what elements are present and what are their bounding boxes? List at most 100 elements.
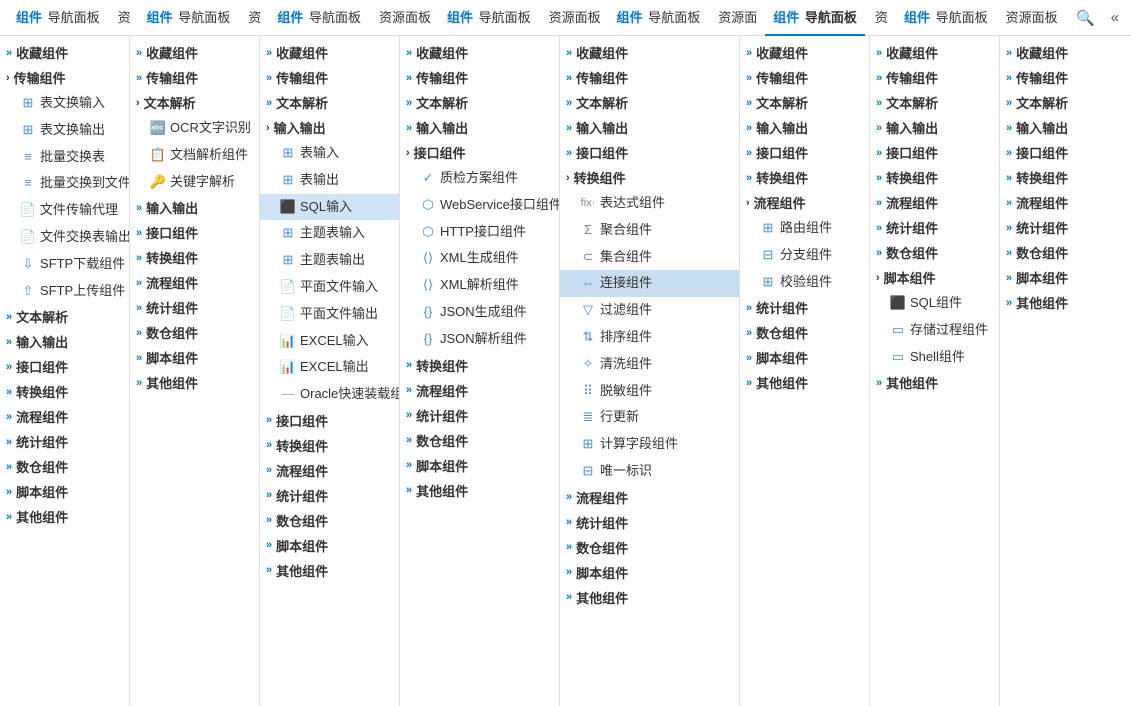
item-sql-in[interactable]: ⬛ SQL输入 xyxy=(260,194,399,221)
section-text-1[interactable]: » 文本解析 xyxy=(0,304,129,329)
section-flow-2[interactable]: » 流程组件 xyxy=(130,270,259,295)
section-other-7[interactable]: » 其他组件 xyxy=(870,370,999,395)
nav-tab-11[interactable]: 组件 导航面板 xyxy=(765,0,865,36)
section-text-2[interactable]: › 文本解析 xyxy=(130,90,259,115)
nav-tab-6[interactable]: 资源面板 xyxy=(369,0,439,36)
item-file-out[interactable]: 📄 文件交换表输出 xyxy=(0,224,129,251)
item-oracle-load[interactable]: — Oracle快速装载组件 xyxy=(260,381,399,408)
section-transform-7[interactable]: » 转换组件 xyxy=(870,165,999,190)
section-dw-7[interactable]: » 数仓组件 xyxy=(870,240,999,265)
item-clean[interactable]: ✧ 清洗组件 xyxy=(560,351,739,378)
section-flow-4[interactable]: » 流程组件 xyxy=(400,378,559,403)
item-branch[interactable]: ⊟ 分支组件 xyxy=(740,242,869,269)
item-unique-id[interactable]: ⊟ 唯一标识 xyxy=(560,458,739,485)
item-xml-gen[interactable]: ⟨⟩ XML生成组件 xyxy=(400,245,559,272)
section-dw-6[interactable]: » 数仓组件 xyxy=(740,320,869,345)
item-row-update[interactable]: ≣ 行更新 xyxy=(560,404,739,431)
section-transform-2[interactable]: » 转换组件 xyxy=(130,245,259,270)
section-stat-7[interactable]: » 统计组件 xyxy=(870,215,999,240)
section-io-7[interactable]: » 输入输出 xyxy=(870,115,999,140)
item-sftp-down[interactable]: ⇩ SFTP下载组件 xyxy=(0,251,129,278)
section-api-6[interactable]: » 接口组件 xyxy=(740,140,869,165)
item-sort[interactable]: ⇅ 排序组件 xyxy=(560,324,739,351)
section-favorites-2[interactable]: » 收藏组件 xyxy=(130,40,259,65)
section-stat-8[interactable]: » 统计组件 xyxy=(1000,215,1131,240)
nav-tab-8[interactable]: 资源面板 xyxy=(539,0,609,36)
nav-tab-13[interactable]: 组件 导航面板 xyxy=(896,0,996,36)
section-flow-1[interactable]: » 流程组件 xyxy=(0,404,129,429)
item-tbl-out[interactable]: ⊞ 表输出 xyxy=(260,167,399,194)
section-other-8[interactable]: » 其他组件 xyxy=(1000,290,1131,315)
section-stat-2[interactable]: » 统计组件 xyxy=(130,295,259,320)
item-calc-field[interactable]: ⊞ 计算字段组件 xyxy=(560,431,739,458)
section-text-6[interactable]: » 文本解析 xyxy=(740,90,869,115)
section-script-4[interactable]: » 脚本组件 xyxy=(400,453,559,478)
section-flow-8[interactable]: » 流程组件 xyxy=(1000,190,1131,215)
collapse-icon[interactable]: « xyxy=(1107,7,1123,28)
item-batch-file[interactable]: ≡ 批量交换到文件 xyxy=(0,170,129,197)
section-dw-3[interactable]: » 数仓组件 xyxy=(260,508,399,533)
section-text-8[interactable]: » 文本解析 xyxy=(1000,90,1131,115)
section-favorites-5[interactable]: » 收藏组件 xyxy=(560,40,739,65)
item-xml-parse[interactable]: ⟨⟩ XML解析组件 xyxy=(400,272,559,299)
item-keyword[interactable]: 🔑 关键字解析 xyxy=(130,169,259,196)
section-transfer-8[interactable]: » 传输组件 xyxy=(1000,65,1131,90)
item-ocr[interactable]: 🔤 OCR文字识别 xyxy=(130,115,259,142)
section-dw-1[interactable]: » 数仓组件 xyxy=(0,454,129,479)
section-script-2[interactable]: » 脚本组件 xyxy=(130,345,259,370)
section-favorites-4[interactable]: » 收藏组件 xyxy=(400,40,559,65)
section-dw-8[interactable]: » 数仓组件 xyxy=(1000,240,1131,265)
section-io-8[interactable]: » 输入输出 xyxy=(1000,115,1131,140)
nav-tab-3[interactable]: 组件 导航面板 xyxy=(139,0,239,36)
section-api-5[interactable]: » 接口组件 xyxy=(560,140,739,165)
section-script-6[interactable]: » 脚本组件 xyxy=(740,345,869,370)
nav-tab-7[interactable]: 组件 导航面板 xyxy=(439,0,539,36)
item-quality[interactable]: ✓ 质检方案组件 xyxy=(400,165,559,192)
item-route[interactable]: ⊞ 路由组件 xyxy=(740,215,869,242)
item-sftp-up[interactable]: ⇧ SFTP上传组件 xyxy=(0,278,129,305)
item-desensitize[interactable]: ⠿ 脱敏组件 xyxy=(560,378,739,405)
section-transfer-3[interactable]: » 传输组件 xyxy=(260,65,399,90)
item-shell[interactable]: ▭ Shell组件 xyxy=(870,344,999,371)
section-stat-3[interactable]: » 统计组件 xyxy=(260,483,399,508)
section-transform-3[interactable]: » 转换组件 xyxy=(260,433,399,458)
section-favorites-8[interactable]: » 收藏组件 xyxy=(1000,40,1131,65)
section-api-2[interactable]: » 接口组件 xyxy=(130,220,259,245)
section-flow-5[interactable]: » 流程组件 xyxy=(560,485,739,510)
section-script-7[interactable]: › 脚本组件 xyxy=(870,265,999,290)
nav-tab-12[interactable]: 资 xyxy=(865,0,896,36)
section-io-3[interactable]: › 输入输出 xyxy=(260,115,399,140)
item-json-parse[interactable]: {} JSON解析组件 xyxy=(400,326,559,353)
section-api-8[interactable]: » 接口组件 xyxy=(1000,140,1131,165)
section-transform-1[interactable]: » 转换组件 xyxy=(0,379,129,404)
item-aggregate[interactable]: Σ 聚合组件 xyxy=(560,217,739,244)
section-io-4[interactable]: » 输入输出 xyxy=(400,115,559,140)
section-other-5[interactable]: » 其他组件 xyxy=(560,585,739,610)
nav-tab-9[interactable]: 组件 导航面板 xyxy=(609,0,709,36)
nav-tab-10[interactable]: 资源面 xyxy=(708,0,765,36)
section-transfer-2[interactable]: » 传输组件 xyxy=(130,65,259,90)
section-text-3[interactable]: » 文本解析 xyxy=(260,90,399,115)
section-transfer-1[interactable]: › 传输组件 xyxy=(0,65,129,90)
section-other-3[interactable]: » 其他组件 xyxy=(260,558,399,583)
section-flow-7[interactable]: » 流程组件 xyxy=(870,190,999,215)
section-io-2[interactable]: » 输入输出 xyxy=(130,195,259,220)
section-api-4[interactable]: › 接口组件 xyxy=(400,140,559,165)
section-script-1[interactable]: » 脚本组件 xyxy=(0,479,129,504)
section-script-8[interactable]: » 脚本组件 xyxy=(1000,265,1131,290)
section-api-7[interactable]: » 接口组件 xyxy=(870,140,999,165)
item-excel-out[interactable]: 📊 EXCEL输出 xyxy=(260,354,399,381)
section-transfer-4[interactable]: » 传输组件 xyxy=(400,65,559,90)
section-stat-4[interactable]: » 统计组件 xyxy=(400,403,559,428)
section-transform-4[interactable]: » 转换组件 xyxy=(400,353,559,378)
item-connect[interactable]: ⇔ 连接组件 xyxy=(560,270,739,297)
section-other-6[interactable]: » 其他组件 xyxy=(740,370,869,395)
item-filter[interactable]: ▽ 过滤组件 xyxy=(560,297,739,324)
nav-tab-2[interactable]: 资 xyxy=(108,0,139,36)
section-stat-6[interactable]: » 统计组件 xyxy=(740,295,869,320)
item-flat-out[interactable]: 📄 平面文件输出 xyxy=(260,301,399,328)
item-table-in[interactable]: ⊞ 表文换输入 xyxy=(0,90,129,117)
section-favorites-3[interactable]: » 收藏组件 xyxy=(260,40,399,65)
section-favorites-1[interactable]: » 收藏组件 xyxy=(0,40,129,65)
item-sql-comp[interactable]: ⬛ SQL组件 xyxy=(870,290,999,317)
